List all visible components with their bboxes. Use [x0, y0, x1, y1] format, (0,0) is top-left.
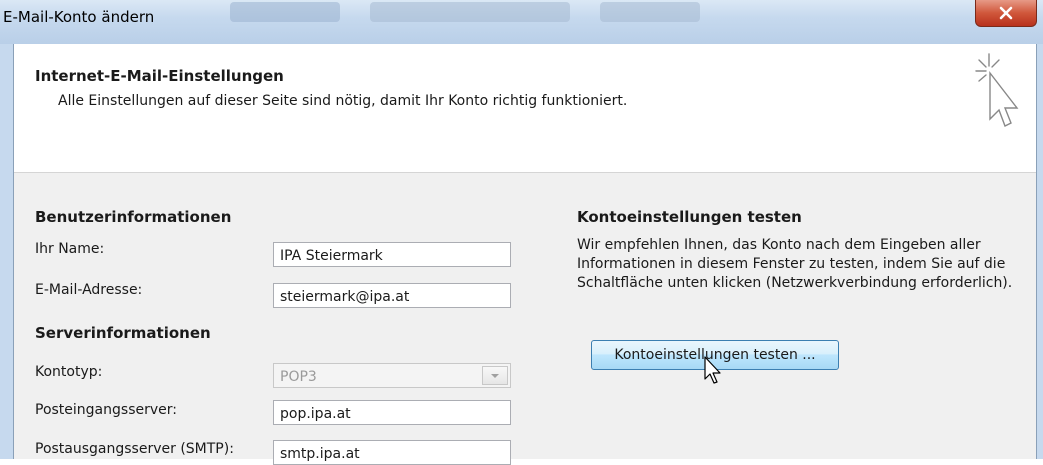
close-button[interactable] [975, 0, 1037, 27]
taskbar-blur [370, 2, 570, 22]
user-info-heading: Benutzerinformationen [35, 208, 232, 226]
taskbar-blur [600, 2, 700, 22]
taskbar-blur [230, 2, 340, 22]
incoming-server-field[interactable]: pop.ipa.at [273, 400, 511, 425]
header-subtitle: Alle Einstellungen auf dieser Seite sind… [58, 93, 628, 109]
mouse-pointer-icon [704, 356, 721, 384]
outgoing-server-field[interactable]: smtp.ipa.at [273, 440, 511, 465]
name-label: Ihr Name: [35, 241, 105, 257]
test-settings-description: Wir empfehlen Ihnen, das Konto nach dem … [577, 237, 1013, 291]
sparkle-cursor-icon [975, 53, 1019, 127]
name-field[interactable]: IPA Steiermark [273, 242, 511, 267]
outgoing-server-label: Postausgangsserver (SMTP): [35, 441, 234, 457]
dialog-panel: Internet-E-Mail-Einstellungen Alle Einst… [13, 44, 1037, 465]
test-settings-heading: Kontoeinstellungen testen [577, 208, 802, 226]
incoming-server-label: Posteingangsserver: [35, 402, 177, 418]
account-type-select: POP3 [273, 363, 511, 388]
window-frame: Internet-E-Mail-Einstellungen Alle Einst… [0, 44, 1043, 465]
account-type-label: Kontotyp: [35, 364, 103, 380]
title-bar: E-Mail-Konto ändern [0, 0, 1043, 44]
account-type-value: POP3 [280, 369, 317, 385]
account-type-dropdown-button [482, 366, 508, 385]
dialog-header: Internet-E-Mail-Einstellungen Alle Einst… [14, 44, 1036, 173]
window-title: E-Mail-Konto ändern [3, 8, 155, 26]
email-label: E-Mail-Adresse: [35, 282, 143, 298]
close-icon [999, 6, 1013, 20]
chevron-down-icon [491, 373, 499, 378]
server-info-heading: Serverinformationen [35, 324, 211, 342]
email-field[interactable]: steiermark@ipa.at [273, 283, 511, 308]
header-title: Internet-E-Mail-Einstellungen [35, 67, 284, 85]
